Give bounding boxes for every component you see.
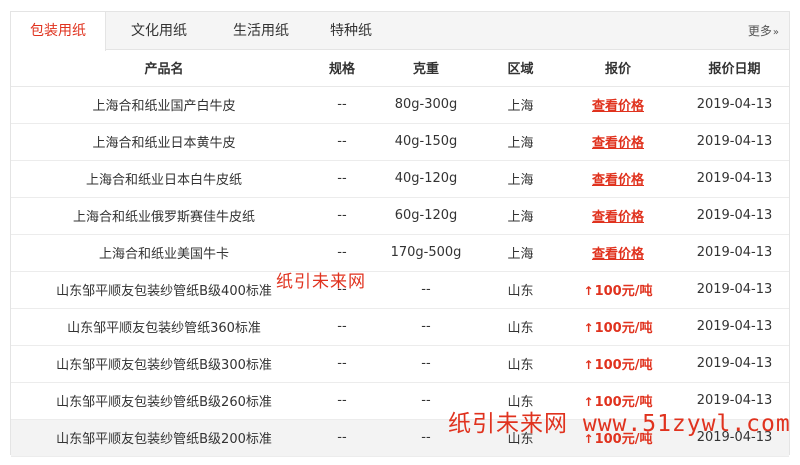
cell-region: 上海 bbox=[485, 160, 556, 198]
view-price-link[interactable]: 查看价格 bbox=[592, 136, 644, 151]
view-price-link[interactable]: 查看价格 bbox=[592, 247, 644, 262]
cell-spec: -- bbox=[317, 234, 367, 272]
cell-product-name[interactable]: 上海合和纸业国产白牛皮 bbox=[11, 86, 317, 124]
column-header-spec: 规格 bbox=[317, 50, 367, 87]
watermark-large: 纸引未来网 www.51zywl.com bbox=[448, 411, 791, 437]
cell-region: 上海 bbox=[485, 234, 556, 272]
column-header-weight: 克重 bbox=[367, 50, 485, 87]
cell-product-name[interactable]: 山东邹平顺友包装纱管纸B级400标准 bbox=[11, 271, 317, 309]
table-row: 上海合和纸业美国牛卡 -- 170g-500g 上海 查看价格 2019-04-13 bbox=[11, 234, 789, 272]
table-row: 上海合和纸业国产白牛皮 -- 80g-300g 上海 查看价格 2019-04-13 bbox=[11, 86, 789, 124]
price-change: ↑100元/吨 bbox=[584, 284, 653, 299]
more-link[interactable]: 更多» bbox=[748, 12, 779, 50]
cell-date: 2019-04-13 bbox=[680, 123, 789, 161]
cell-date: 2019-04-13 bbox=[680, 160, 789, 198]
table-row: 上海合和纸业日本黄牛皮 -- 40g-150g 上海 查看价格 2019-04-13 bbox=[11, 123, 789, 161]
cell-weight: 40g-120g bbox=[367, 160, 485, 198]
cell-product-name[interactable]: 上海合和纸业俄罗斯赛佳牛皮纸 bbox=[11, 197, 317, 235]
cell-product-name[interactable]: 上海合和纸业日本黄牛皮 bbox=[11, 123, 317, 161]
price-change: ↑100元/吨 bbox=[584, 358, 653, 373]
watermark-small: 纸引未来网 bbox=[276, 272, 366, 292]
paper-price-panel: 包装用纸 文化用纸 生活用纸 特种纸 更多» 产品名 规格 克重 区域 报价 报… bbox=[10, 11, 790, 457]
tab-household-paper[interactable]: 生活用纸 bbox=[221, 12, 301, 50]
cell-spec: -- bbox=[317, 308, 367, 346]
cell-spec: -- bbox=[317, 197, 367, 235]
view-price-link[interactable]: 查看价格 bbox=[592, 99, 644, 114]
cell-product-name[interactable]: 上海合和纸业日本白牛皮纸 bbox=[11, 160, 317, 198]
table-row: 上海合和纸业日本白牛皮纸 -- 40g-120g 上海 查看价格 2019-04-13 bbox=[11, 160, 789, 198]
price-change-value: 100元/吨 bbox=[594, 358, 653, 373]
table-row: 上海合和纸业俄罗斯赛佳牛皮纸 -- 60g-120g 上海 查看价格 2019-04-13 bbox=[11, 197, 789, 235]
table-header-row: 产品名 规格 克重 区域 报价 报价日期 bbox=[11, 50, 789, 87]
cell-price: 查看价格 bbox=[556, 123, 680, 161]
cell-region: 山东 bbox=[485, 345, 556, 383]
tab-specialty-paper[interactable]: 特种纸 bbox=[316, 12, 386, 50]
price-change: ↑100元/吨 bbox=[584, 321, 653, 336]
cell-product-name[interactable]: 上海合和纸业美国牛卡 bbox=[11, 234, 317, 272]
cell-weight: -- bbox=[367, 308, 485, 346]
cell-spec: -- bbox=[317, 382, 367, 420]
price-change-value: 100元/吨 bbox=[594, 321, 653, 336]
cell-spec: -- bbox=[317, 123, 367, 161]
arrow-up-icon: ↑ bbox=[583, 321, 594, 335]
cell-region: 上海 bbox=[485, 123, 556, 161]
cell-date: 2019-04-13 bbox=[680, 86, 789, 124]
cell-price: ↑100元/吨 bbox=[556, 345, 680, 383]
arrow-up-icon: ↑ bbox=[583, 358, 594, 372]
tab-packaging-paper[interactable]: 包装用纸 bbox=[11, 12, 106, 51]
table-row: 山东邹平顺友包装纱管纸360标准 -- -- 山东 ↑100元/吨 2019-04-13 bbox=[11, 308, 789, 346]
cell-region: 上海 bbox=[485, 86, 556, 124]
cell-spec: -- bbox=[317, 86, 367, 124]
cell-product-name[interactable]: 山东邹平顺友包装纱管纸B级300标准 bbox=[11, 345, 317, 383]
cell-region: 山东 bbox=[485, 308, 556, 346]
view-price-link[interactable]: 查看价格 bbox=[592, 173, 644, 188]
cell-date: 2019-04-13 bbox=[680, 271, 789, 309]
cell-weight: 170g-500g bbox=[367, 234, 485, 272]
view-price-link[interactable]: 查看价格 bbox=[592, 210, 644, 225]
price-change-value: 100元/吨 bbox=[594, 284, 653, 299]
cell-price: 查看价格 bbox=[556, 160, 680, 198]
category-tab-bar: 包装用纸 文化用纸 生活用纸 特种纸 更多» bbox=[11, 12, 789, 51]
tab-culture-paper[interactable]: 文化用纸 bbox=[119, 12, 199, 50]
cell-price: ↑100元/吨 bbox=[556, 308, 680, 346]
cell-region: 上海 bbox=[485, 197, 556, 235]
cell-product-name[interactable]: 山东邹平顺友包装纱管纸B级260标准 bbox=[11, 382, 317, 420]
cell-price: 查看价格 bbox=[556, 197, 680, 235]
cell-product-name[interactable]: 山东邹平顺友包装纱管纸B级200标准 bbox=[11, 419, 317, 457]
column-header-product: 产品名 bbox=[11, 50, 317, 87]
cell-weight: 60g-120g bbox=[367, 197, 485, 235]
cell-weight: -- bbox=[367, 345, 485, 383]
column-header-price: 报价 bbox=[556, 50, 680, 87]
cell-product-name[interactable]: 山东邹平顺友包装纱管纸360标准 bbox=[11, 308, 317, 346]
cell-price: ↑100元/吨 bbox=[556, 271, 680, 309]
cell-date: 2019-04-13 bbox=[680, 234, 789, 272]
column-header-date: 报价日期 bbox=[680, 50, 789, 87]
cell-weight: 40g-150g bbox=[367, 123, 485, 161]
table-row: 山东邹平顺友包装纱管纸B级400标准 -- -- 山东 ↑100元/吨 2019-04-1… bbox=[11, 271, 789, 309]
arrow-up-icon: ↑ bbox=[583, 284, 594, 298]
cell-spec: -- bbox=[317, 345, 367, 383]
cell-price: 查看价格 bbox=[556, 86, 680, 124]
cell-date: 2019-04-13 bbox=[680, 308, 789, 346]
cell-date: 2019-04-13 bbox=[680, 345, 789, 383]
chevron-double-right-icon: » bbox=[772, 27, 779, 38]
cell-price: 查看价格 bbox=[556, 234, 680, 272]
table-row: 山东邹平顺友包装纱管纸B级300标准 -- -- 山东 ↑100元/吨 2019-04-1… bbox=[11, 345, 789, 383]
cell-date: 2019-04-13 bbox=[680, 197, 789, 235]
column-header-region: 区域 bbox=[485, 50, 556, 87]
cell-region: 山东 bbox=[485, 271, 556, 309]
cell-weight: -- bbox=[367, 271, 485, 309]
cell-spec: -- bbox=[317, 419, 367, 457]
more-label: 更多 bbox=[747, 24, 772, 38]
cell-weight: 80g-300g bbox=[367, 86, 485, 124]
cell-spec: -- bbox=[317, 160, 367, 198]
price-table: 产品名 规格 克重 区域 报价 报价日期 上海合和纸业国产白牛皮 -- 80g-30… bbox=[11, 50, 789, 457]
